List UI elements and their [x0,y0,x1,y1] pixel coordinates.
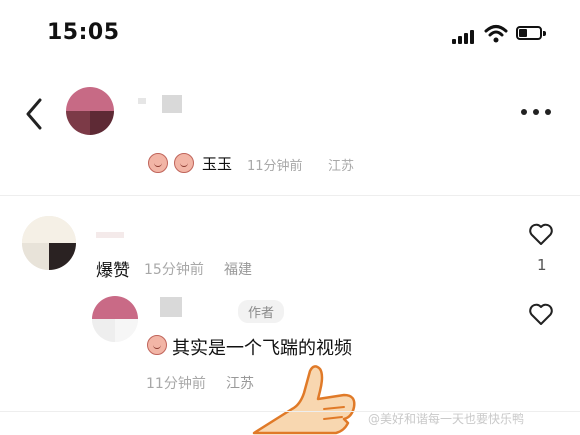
thumbs-up-hand-icon [252,365,356,435]
battery-icon [516,26,548,42]
peach-face-sticker-icon [147,335,167,355]
cellular-signal-icon [452,28,474,44]
poster-name-masked [162,95,182,113]
author-badge: 作者 [238,300,285,323]
commenter-avatar[interactable] [22,216,76,270]
author-comment-location: 江苏 [226,376,254,392]
more-dots-icon[interactable] [516,100,556,124]
commenter-name-masked [96,232,124,238]
heart-outline-icon[interactable] [528,302,554,326]
chevron-left-icon[interactable] [22,96,48,132]
peach-face-sticker-icon [174,153,194,173]
post-meta-user: 玉玉 [202,155,233,173]
divider [0,195,580,196]
wifi-icon [484,25,508,43]
comment-text: 爆赞 [96,261,130,281]
poster-avatar[interactable] [66,87,114,135]
comment-time: 15分钟前 [144,262,204,278]
post-meta-time: 11分钟前 [247,159,303,174]
author-comment-time: 11分钟前 [146,376,206,392]
post-meta-location: 江苏 [328,159,355,174]
status-time: 15:05 [47,20,120,45]
author-avatar[interactable] [92,296,138,342]
heart-outline-icon[interactable] [528,222,554,246]
watermark-text: @美好和谐每一天也要快乐鸭 [368,412,525,426]
author-name-masked [160,297,182,317]
poster-name-masked [138,98,146,104]
peach-face-sticker-icon [148,153,168,173]
comment-location: 福建 [224,262,252,278]
like-count: 1 [537,256,547,274]
author-comment-text: 其实是一个飞踹的视频 [172,338,352,359]
